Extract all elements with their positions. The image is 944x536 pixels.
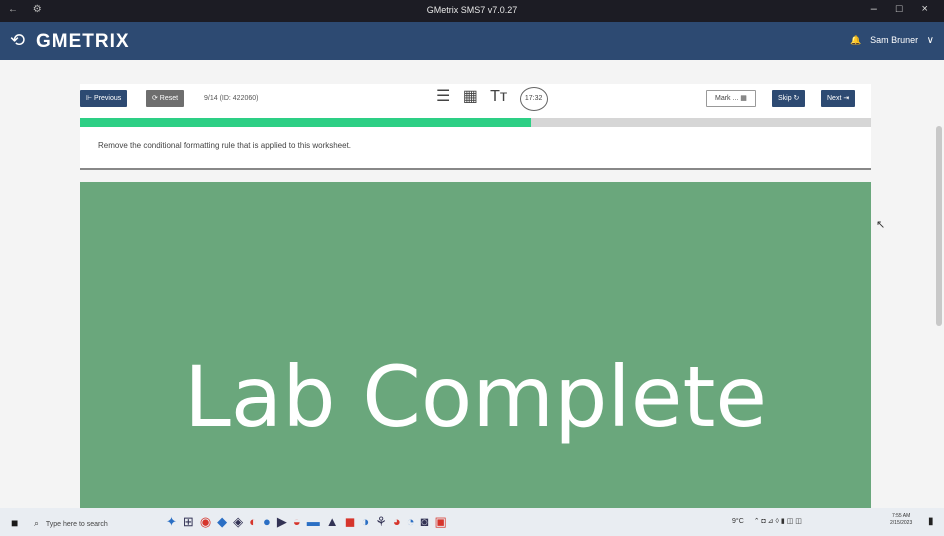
- taskbar-clock[interactable]: 7:55 AM 2/15/2023: [890, 513, 912, 527]
- window-controls[interactable]: – □ ×: [871, 3, 936, 15]
- window-title: GMetrix SMS7 v7.0.27: [426, 5, 518, 15]
- taskbar-app-icon[interactable]: ◆: [217, 514, 233, 529]
- next-button[interactable]: Next ⇥: [821, 90, 856, 107]
- timer: 17:32: [519, 87, 548, 111]
- taskbar-app-icon[interactable]: ◑: [361, 514, 375, 529]
- clock-time: 7:55 AM: [891, 513, 911, 519]
- clock-date: 2/15/2023: [890, 520, 913, 526]
- user-menu[interactable]: 🔔 Sam Bruner ∨: [850, 35, 934, 46]
- main-content: ⊩ Previous ⟳ Reset 9/14 (ID: 422060) ☰ ▦…: [0, 60, 944, 508]
- windows-taskbar: ■ ⌕ Type here to search ✦⊞◉◆◈◐●▶◒▬▲◼◑⚘◕◔…: [0, 508, 944, 536]
- question-panel: ⊩ Previous ⟳ Reset 9/14 (ID: 422060) ☰ ▦…: [80, 84, 871, 170]
- taskbar-app-icon[interactable]: ▬: [307, 514, 326, 529]
- taskbar-app-icon[interactable]: ⊞: [183, 514, 200, 529]
- gmetrix-logo: GMETRIX: [36, 31, 130, 52]
- notification-icon[interactable]: ▮: [928, 516, 934, 527]
- system-tray: 9°C ⌃ ◘ ⊿ ◊ ▮ ◫ ◫: [732, 517, 802, 525]
- lab-complete-text: Lab Complete: [183, 348, 768, 446]
- question-info: 9/14 (ID: 422060): [204, 95, 259, 102]
- skip-button[interactable]: Skip ↻: [772, 90, 806, 107]
- taskbar-search[interactable]: ⌕ Type here to search: [34, 513, 154, 531]
- tray-icons[interactable]: ⌃ ◘ ⊿ ◊ ▮ ◫ ◫: [754, 518, 802, 525]
- taskbar-app-icon[interactable]: ◐: [249, 514, 263, 529]
- taskbar-app-icon[interactable]: ◔: [407, 514, 421, 529]
- user-name: Sam Bruner: [870, 35, 919, 45]
- taskbar-app-icon[interactable]: ◉: [200, 514, 217, 529]
- previous-button[interactable]: ⊩ Previous: [80, 90, 128, 107]
- taskbar-apps: ✦⊞◉◆◈◐●▶◒▬▲◼◑⚘◕◔◙▣: [166, 514, 453, 530]
- app-header: ⟲ GMETRIX 🔔 Sam Bruner ∨: [0, 22, 944, 60]
- calculator-icon[interactable]: ▦: [463, 88, 478, 105]
- logout-icon[interactable]: ⟲: [10, 30, 25, 51]
- taskbar-app-icon[interactable]: ◒: [293, 514, 307, 529]
- search-icon: ⌕: [34, 518, 40, 528]
- taskbar-app-icon[interactable]: ⚘: [375, 514, 393, 529]
- taskbar-app-icon[interactable]: ▲: [326, 514, 345, 529]
- reset-button[interactable]: ⟳ Reset: [146, 90, 185, 107]
- taskbar-app-icon[interactable]: ✦: [166, 514, 183, 529]
- mark-button[interactable]: Mark ... ▦: [706, 90, 756, 107]
- weather-widget[interactable]: 9°C: [732, 518, 744, 525]
- question-divider: [80, 168, 871, 170]
- font-size-icon[interactable]: Tт: [490, 88, 507, 105]
- window-titlebar: ← ⚙ GMetrix SMS7 v7.0.27 – □ ×: [0, 0, 944, 22]
- taskbar-app-icon[interactable]: ▶: [277, 514, 293, 529]
- question-text: Remove the conditional formatting rule t…: [98, 141, 352, 150]
- list-icon[interactable]: ☰: [436, 88, 450, 105]
- progress-fill: [80, 118, 531, 127]
- lab-area: Lab Complete: [80, 182, 871, 508]
- mouse-cursor-icon: ↖: [876, 219, 886, 231]
- taskbar-app-icon[interactable]: ◈: [233, 514, 249, 529]
- taskbar-app-icon[interactable]: ◕: [393, 514, 407, 529]
- chevron-down-icon[interactable]: ∨: [927, 35, 934, 46]
- windows-start-icon[interactable]: ■: [11, 516, 18, 530]
- taskbar-app-icon[interactable]: ◼: [345, 514, 362, 529]
- tool-icons: ☰ ▦ Tт 17:32: [436, 86, 556, 112]
- search-placeholder: Type here to search: [45, 521, 108, 528]
- taskbar-app-icon[interactable]: ◙: [421, 514, 435, 529]
- bell-icon[interactable]: 🔔: [850, 35, 861, 45]
- taskbar-app-icon[interactable]: ▣: [435, 514, 453, 529]
- scrollbar[interactable]: [936, 126, 942, 326]
- taskbar-app-icon[interactable]: ●: [263, 514, 277, 529]
- progress-bar: [80, 118, 871, 127]
